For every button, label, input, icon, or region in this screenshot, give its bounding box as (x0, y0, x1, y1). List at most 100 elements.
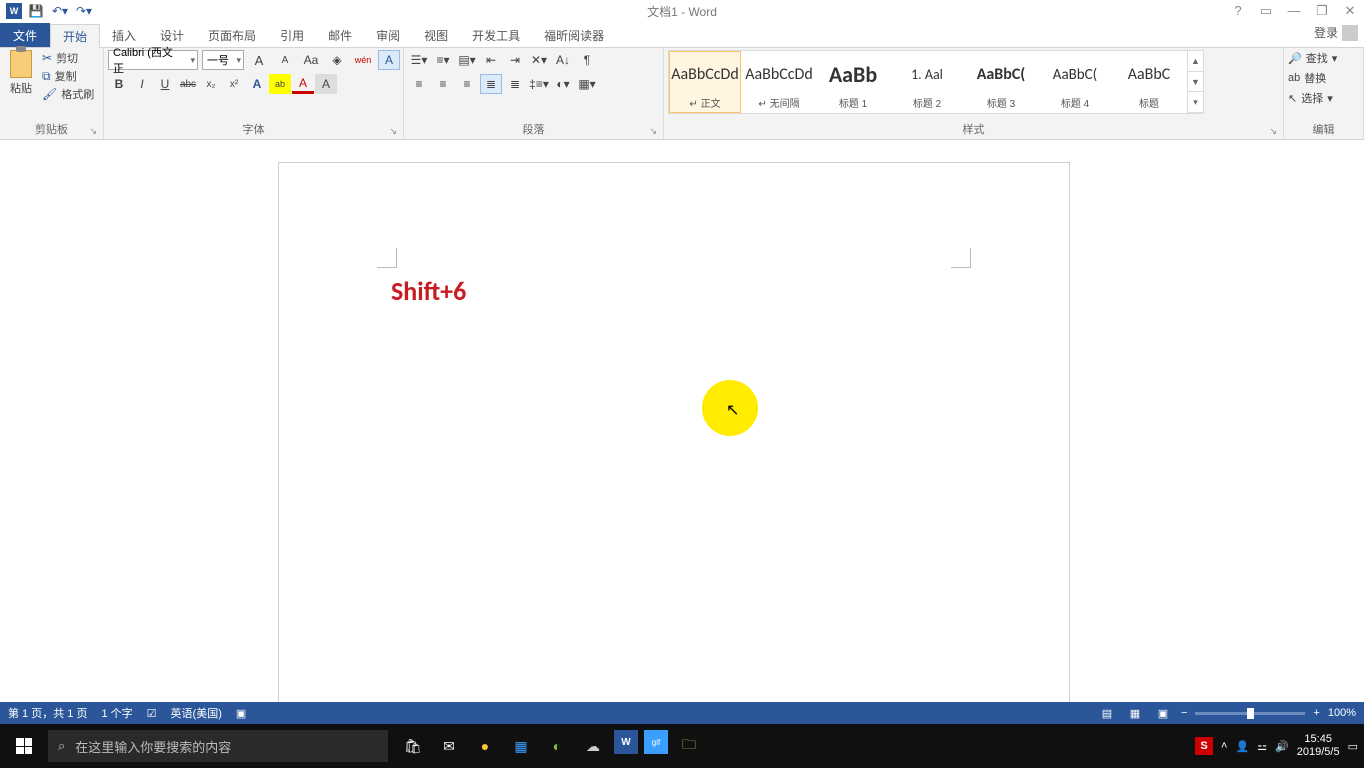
subscript-button[interactable]: x₂ (200, 74, 222, 94)
zoom-out-button[interactable]: − (1181, 707, 1187, 719)
redo-button[interactable]: ↷▾ (74, 1, 94, 21)
phonetic-guide-button[interactable]: wén (352, 50, 374, 70)
font-launcher[interactable]: ↘ (389, 126, 397, 137)
clear-format-button[interactable]: ◈ (326, 50, 348, 70)
format-painter-button[interactable]: 🖌格式刷 (42, 86, 94, 102)
minimize-button[interactable]: — (1284, 3, 1304, 19)
replace-button[interactable]: ab替换 (1288, 70, 1337, 86)
grow-font-button[interactable]: A (248, 50, 270, 70)
sort-button[interactable]: A↓ (552, 50, 574, 70)
underline-button[interactable]: U (154, 74, 176, 94)
show-marks-button[interactable]: ¶ (576, 50, 598, 70)
superscript-button[interactable]: x² (223, 74, 245, 94)
styles-gallery[interactable]: AaBbCcDd↵ 正文 AaBbCcDd↵ 无间隔 AaBb标题 1 1. A… (668, 50, 1204, 114)
gallery-more-icon[interactable]: ▾ (1188, 92, 1203, 113)
spellcheck-icon[interactable]: ☑ (147, 707, 157, 720)
style-heading3[interactable]: AaBbC(标题 3 (965, 51, 1037, 113)
save-button[interactable]: 💾 (26, 1, 46, 21)
help-button[interactable]: ? (1228, 3, 1248, 19)
word-count[interactable]: 1 个字 (101, 705, 132, 721)
char-border-button[interactable]: A (378, 50, 400, 70)
tray-people[interactable]: 👤 (1235, 740, 1249, 753)
tray-network-icon[interactable]: ⚍ (1257, 740, 1267, 753)
align-right-button[interactable]: ≡ (456, 74, 478, 94)
taskbar-explorer[interactable]: 🗀 (674, 730, 704, 762)
print-layout-button[interactable]: ▦ (1125, 705, 1145, 721)
taskbar-mail[interactable]: ✉ (434, 730, 464, 762)
close-button[interactable]: ✕ (1340, 3, 1360, 19)
cut-button[interactable]: ✂剪切 (42, 50, 94, 66)
taskbar-store[interactable]: 🛍 (398, 730, 428, 762)
page-indicator[interactable]: 第 1 页，共 1 页 (8, 705, 87, 721)
tray-action-center[interactable]: ▭ (1348, 740, 1358, 753)
macro-icon[interactable]: ▣ (236, 707, 246, 720)
tab-pagelayout[interactable]: 页面布局 (196, 23, 268, 47)
tab-mailings[interactable]: 邮件 (316, 23, 364, 47)
text-effects-button[interactable]: A (246, 74, 268, 94)
font-color-button[interactable]: A (292, 74, 314, 94)
tab-home[interactable]: 开始 (50, 24, 100, 48)
align-left-button[interactable]: ≡ (408, 74, 430, 94)
align-center-button[interactable]: ≡ (432, 74, 454, 94)
taskbar-app1[interactable]: ▦ (506, 730, 536, 762)
clipboard-launcher[interactable]: ↘ (89, 126, 97, 137)
scroll-up-icon[interactable]: ▲ (1188, 51, 1203, 72)
taskbar-wechat[interactable]: ☁ (578, 730, 608, 762)
tab-view[interactable]: 视图 (412, 23, 460, 47)
asian-layout-button[interactable]: ✕▾ (528, 50, 550, 70)
document-area[interactable]: Shift+6 ↖ (0, 140, 1364, 724)
maximize-button[interactable]: ❐ (1312, 3, 1332, 19)
ribbon-display-button[interactable]: ▭ (1256, 3, 1276, 19)
zoom-slider[interactable] (1195, 712, 1305, 715)
change-case-button[interactable]: Aa (300, 50, 322, 70)
tab-developer[interactable]: 开发工具 (460, 23, 532, 47)
decrease-indent-button[interactable]: ⇤ (480, 50, 502, 70)
find-button[interactable]: 🔎查找▾ (1288, 50, 1337, 66)
tray-clock[interactable]: 15:45 2019/5/5 (1297, 733, 1340, 759)
select-button[interactable]: ↖选择▾ (1288, 90, 1337, 106)
language-indicator[interactable]: 英语(美国) (171, 705, 222, 721)
numbering-button[interactable]: ≡▾ (432, 50, 454, 70)
tab-references[interactable]: 引用 (268, 23, 316, 47)
zoom-thumb[interactable] (1247, 708, 1254, 719)
highlight-button[interactable]: ab (269, 74, 291, 94)
italic-button[interactable]: I (131, 74, 153, 94)
style-heading2[interactable]: 1. Aal标题 2 (891, 51, 963, 113)
increase-indent-button[interactable]: ⇥ (504, 50, 526, 70)
tray-overflow[interactable]: ˄ (1221, 740, 1227, 752)
web-layout-button[interactable]: ▣ (1153, 705, 1173, 721)
taskbar-app2[interactable]: ◐ (542, 730, 572, 762)
distributed-button[interactable]: ≣ (504, 74, 526, 94)
tray-ime[interactable]: S (1195, 737, 1213, 755)
tab-foxit[interactable]: 福昕阅读器 (532, 23, 616, 47)
taskbar-word[interactable]: W (614, 730, 638, 754)
taskbar-browser[interactable]: ● (470, 730, 500, 762)
style-heading1[interactable]: AaBb标题 1 (817, 51, 889, 113)
font-name-combo[interactable]: Calibri (西文正 (108, 50, 198, 70)
strikethrough-button[interactable]: abc (177, 74, 199, 94)
borders-button[interactable]: ▦▾ (576, 74, 598, 94)
document-text[interactable]: Shift+6 (391, 275, 466, 307)
shading-button[interactable]: ◐▾ (552, 74, 574, 94)
taskbar-gif[interactable]: gif (644, 730, 668, 754)
style-title[interactable]: AaBbC标题 (1113, 51, 1185, 113)
taskbar-search[interactable]: ⌕ 在这里输入你要搜索的内容 (48, 730, 388, 762)
undo-button[interactable]: ↶▾ (50, 1, 70, 21)
style-normal[interactable]: AaBbCcDd↵ 正文 (669, 51, 741, 113)
line-spacing-button[interactable]: ‡≡▾ (528, 74, 550, 94)
tab-review[interactable]: 审阅 (364, 23, 412, 47)
bold-button[interactable]: B (108, 74, 130, 94)
char-shading-button[interactable]: A (315, 74, 337, 94)
sign-in[interactable]: 登录 (1314, 24, 1358, 41)
gallery-scroll[interactable]: ▲▼▾ (1187, 51, 1203, 113)
font-size-combo[interactable]: 一号 (202, 50, 244, 70)
read-mode-button[interactable]: ▤ (1097, 705, 1117, 721)
zoom-in-button[interactable]: + (1313, 707, 1319, 719)
paste-button[interactable]: 粘贴 (4, 50, 38, 96)
copy-button[interactable]: ⧉复制 (42, 68, 94, 84)
style-heading4[interactable]: AaBbC(标题 4 (1039, 51, 1111, 113)
styles-launcher[interactable]: ↘ (1269, 126, 1277, 137)
multilevel-button[interactable]: ▤▾ (456, 50, 478, 70)
zoom-level[interactable]: 100% (1328, 707, 1356, 719)
page[interactable]: Shift+6 (278, 162, 1070, 724)
